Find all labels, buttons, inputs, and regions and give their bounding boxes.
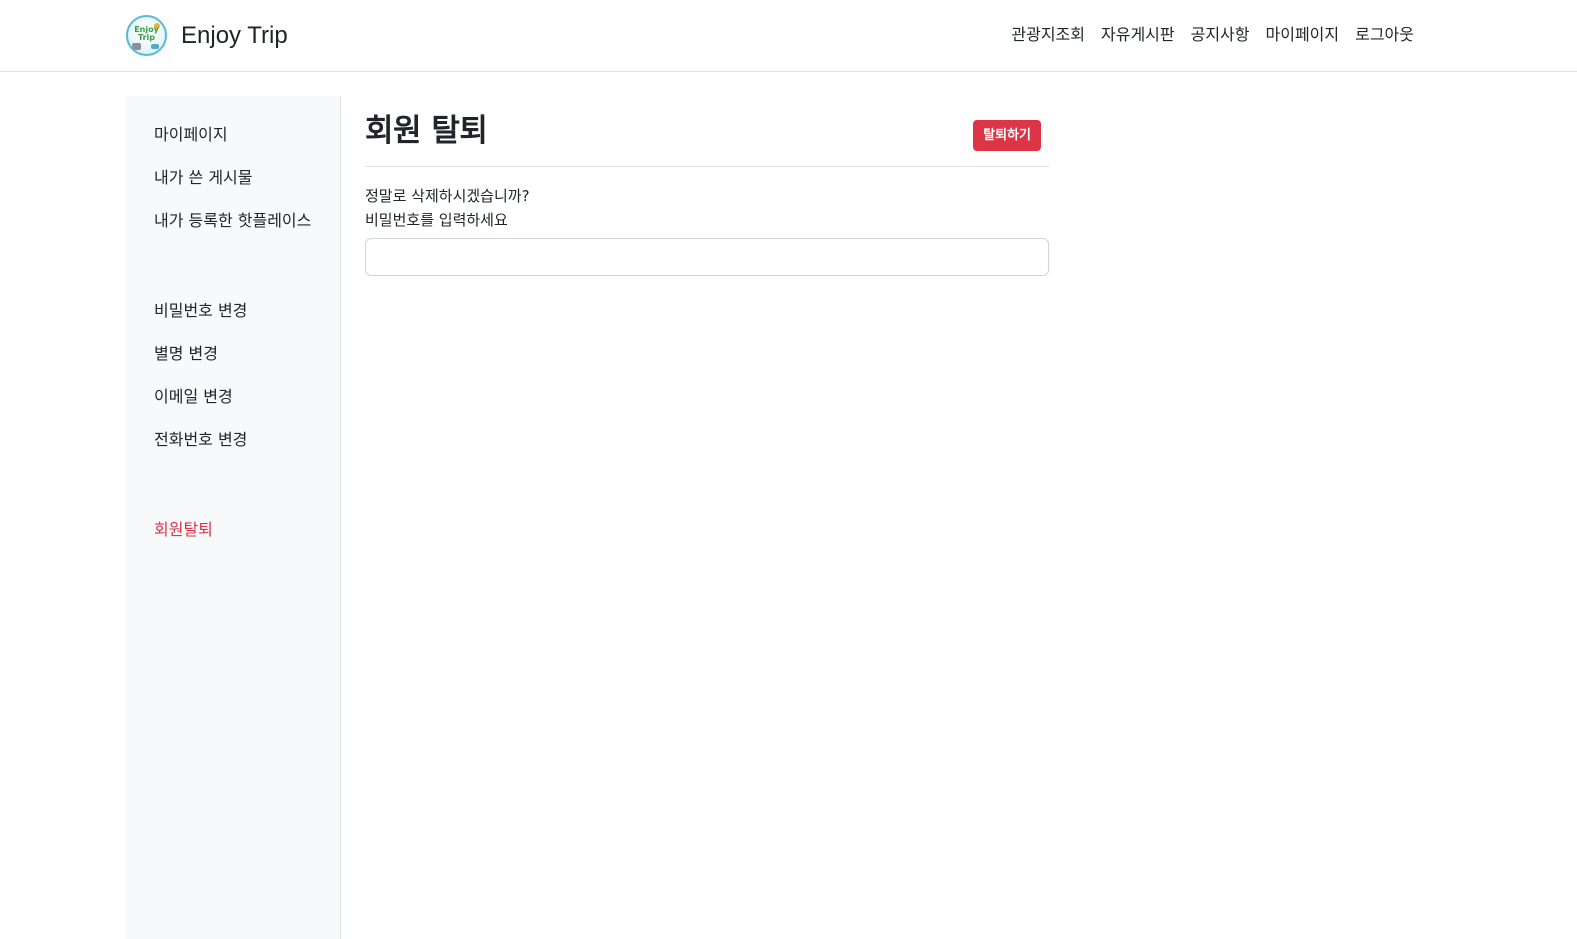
confirm-question: 정말로 삭제하시겠습니까? xyxy=(365,187,530,205)
logo-text: Enjoy Trip xyxy=(134,25,159,42)
sidebar-item-my-posts[interactable]: 내가 쓴 게시물 xyxy=(154,167,253,189)
password-input[interactable] xyxy=(365,238,1049,276)
title-row: 회원 탈퇴 탈퇴하기 xyxy=(365,96,1049,167)
main-content: 회원 탈퇴 탈퇴하기 정말로 삭제하시겠습니까? 비밀번호를 입력하세요 xyxy=(365,96,1049,276)
nav-logout[interactable]: 로그아웃 xyxy=(1355,24,1414,46)
top-navbar: Enjoy Trip Enjoy Trip 관광지조회 자유게시판 공지사항 마… xyxy=(0,0,1577,72)
sidebar-item-change-nickname[interactable]: 별명 변경 xyxy=(154,343,218,365)
sidebar: 마이페이지 내가 쓴 게시물 내가 등록한 핫플레이스 비밀번호 변경 별명 변… xyxy=(126,96,341,939)
nav-mypage[interactable]: 마이페이지 xyxy=(1266,24,1340,46)
sidebar-item-change-email[interactable]: 이메일 변경 xyxy=(154,386,233,408)
sidebar-item-my-hotplaces[interactable]: 내가 등록한 핫플레이스 xyxy=(154,210,311,232)
brand-name: Enjoy Trip xyxy=(181,21,288,49)
confirm-message: 정말로 삭제하시겠습니까? 비밀번호를 입력하세요 xyxy=(365,184,530,232)
main-nav: 관광지조회 자유게시판 공지사항 마이페이지 로그아웃 xyxy=(995,24,1414,46)
withdraw-button[interactable]: 탈퇴하기 xyxy=(973,120,1041,151)
password-prompt: 비밀번호를 입력하세요 xyxy=(365,211,508,229)
nav-free-board[interactable]: 자유게시판 xyxy=(1101,24,1175,46)
sidebar-item-mypage[interactable]: 마이페이지 xyxy=(154,124,228,146)
sidebar-item-withdraw[interactable]: 회원탈퇴 xyxy=(154,519,213,541)
water-icon xyxy=(151,44,159,49)
brand-link[interactable]: Enjoy Trip Enjoy Trip xyxy=(126,15,288,56)
sidebar-item-change-password[interactable]: 비밀번호 변경 xyxy=(154,300,247,322)
nav-tourist-spots[interactable]: 관광지조회 xyxy=(1011,24,1085,46)
nav-notices[interactable]: 공지사항 xyxy=(1191,24,1250,46)
sidebar-item-change-phone[interactable]: 전화번호 변경 xyxy=(154,429,247,451)
logo: Enjoy Trip xyxy=(126,15,167,56)
suitcase-icon xyxy=(132,43,141,50)
page-title: 회원 탈퇴 xyxy=(365,113,488,149)
